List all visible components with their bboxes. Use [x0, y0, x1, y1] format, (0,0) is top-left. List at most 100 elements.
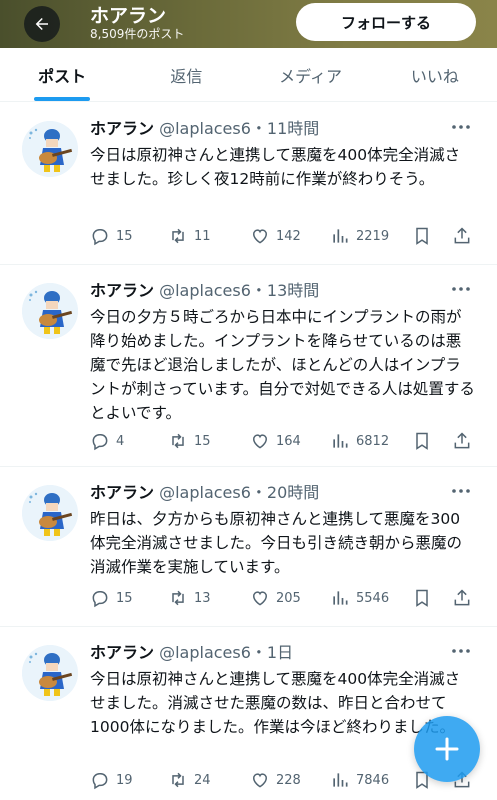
- like-icon: [252, 434, 268, 449]
- post-actions: 15 11 142 2219: [90, 225, 480, 247]
- reply-count: 15: [116, 228, 133, 244]
- like-count: 205: [276, 590, 301, 606]
- avatar-image-icon: [22, 121, 78, 177]
- post-handle-time[interactable]: @laplaces6・11時間: [154, 119, 319, 138]
- repost-button[interactable]: 15: [168, 430, 211, 452]
- share-button[interactable]: [452, 430, 478, 452]
- share-button[interactable]: [452, 225, 478, 247]
- reply-icon: [92, 773, 108, 790]
- more-icon[interactable]: [451, 647, 471, 655]
- tab-label: ポスト: [38, 66, 87, 86]
- post-handle-time[interactable]: @laplaces6・13時間: [154, 281, 319, 300]
- like-button[interactable]: 205: [250, 587, 301, 609]
- post-author-name[interactable]: ホアラン: [90, 643, 154, 662]
- post[interactable]: ホアラン @laplaces6・11時間 今日は原初神さんと連携して悪魔を400…: [0, 103, 497, 265]
- avatar-image-icon: [22, 485, 78, 541]
- tab-replies[interactable]: 返信: [124, 48, 248, 101]
- like-count: 164: [276, 433, 301, 449]
- profile-header: ホアラン 8,509件のポスト フォローする: [0, 0, 497, 48]
- views-button[interactable]: 2219: [330, 225, 389, 247]
- like-icon: [252, 773, 268, 788]
- tab-media[interactable]: メディア: [249, 48, 373, 101]
- post-author-name[interactable]: ホアラン: [90, 281, 154, 300]
- reply-button[interactable]: 19: [90, 769, 133, 791]
- post-header: ホアラン @laplaces6・1日: [90, 643, 293, 663]
- post-text: 今日は原初神さんと連携して悪魔を400体完全消滅させました。消滅させた悪魔の数は…: [90, 670, 461, 736]
- like-count: 228: [276, 772, 301, 788]
- active-tab-indicator: [34, 97, 91, 101]
- avatar[interactable]: [22, 121, 78, 177]
- post-text: 今日は原初神さんと連携して悪魔を400体完全消滅させました。珍しく夜12時前に作…: [90, 146, 461, 188]
- like-count: 142: [276, 228, 301, 244]
- back-button[interactable]: [24, 6, 60, 42]
- reply-button[interactable]: 15: [90, 587, 133, 609]
- compose-button[interactable]: [414, 716, 480, 782]
- views-count: 6812: [356, 433, 390, 449]
- post-actions: 19 24 228 7846: [90, 769, 480, 791]
- views-icon: [333, 591, 348, 605]
- bookmark-button[interactable]: [412, 225, 438, 247]
- bookmark-button[interactable]: [412, 430, 438, 452]
- avatar[interactable]: [22, 645, 78, 701]
- views-icon: [333, 434, 348, 448]
- like-button[interactable]: 142: [250, 225, 301, 247]
- reply-button[interactable]: 15: [90, 225, 133, 247]
- tab-posts[interactable]: ポスト: [0, 48, 124, 101]
- post-header: ホアラン @laplaces6・20時間: [90, 483, 319, 503]
- repost-icon: [172, 228, 184, 244]
- views-count: 7846: [356, 772, 390, 788]
- repost-icon: [172, 433, 184, 449]
- profile-tabs: ポスト 返信 メディア いいね: [0, 48, 497, 102]
- tab-label: 返信: [170, 66, 203, 86]
- post-author-name[interactable]: ホアラン: [90, 119, 154, 138]
- reply-icon: [92, 229, 108, 246]
- views-button[interactable]: 5546: [330, 587, 389, 609]
- views-button[interactable]: 7846: [330, 769, 389, 791]
- repost-button[interactable]: 24: [168, 769, 211, 791]
- share-icon: [454, 227, 470, 244]
- post-header: ホアラン @laplaces6・13時間: [90, 281, 319, 301]
- views-count: 2219: [356, 228, 390, 244]
- post-text: 今日の夕方５時ごろから日本中にインプラントの雨が降り始めました。インプラントを降…: [90, 308, 475, 422]
- reply-icon: [92, 434, 108, 451]
- post[interactable]: ホアラン @laplaces6・13時間 今日の夕方５時ごろから日本中にインプラ…: [0, 265, 497, 467]
- views-count: 5546: [356, 590, 390, 606]
- tab-label: メディア: [279, 66, 343, 86]
- repost-count: 13: [194, 590, 211, 606]
- repost-button[interactable]: 13: [168, 587, 211, 609]
- views-icon: [333, 773, 348, 787]
- bookmark-button[interactable]: [412, 587, 438, 609]
- tab-likes[interactable]: いいね: [373, 48, 497, 101]
- share-button[interactable]: [452, 587, 478, 609]
- more-icon[interactable]: [451, 285, 471, 293]
- more-icon[interactable]: [451, 487, 471, 495]
- post[interactable]: ホアラン @laplaces6・1日 今日は原初神さんと連携して悪魔を400体完…: [0, 627, 497, 800]
- back-arrow-icon: [35, 18, 48, 30]
- reply-count: 15: [116, 590, 133, 606]
- avatar[interactable]: [22, 485, 78, 541]
- post-header: ホアラン @laplaces6・11時間: [90, 119, 319, 139]
- bookmark-icon: [416, 227, 428, 245]
- like-button[interactable]: 228: [250, 769, 301, 791]
- share-icon: [454, 589, 470, 606]
- post[interactable]: ホアラン @laplaces6・20時間 昨日は、夕方からも原初神さんと連携して…: [0, 467, 497, 627]
- repost-button[interactable]: 11: [168, 225, 211, 247]
- post-count: 8,509件のポスト: [90, 27, 185, 41]
- post-handle-time[interactable]: @laplaces6・1日: [154, 643, 293, 662]
- post-actions: 15 13 205 5546: [90, 587, 480, 609]
- post-author-name[interactable]: ホアラン: [90, 483, 154, 502]
- avatar[interactable]: [22, 283, 78, 339]
- follow-button[interactable]: フォローする: [296, 3, 476, 41]
- like-icon: [252, 591, 268, 606]
- bookmark-icon: [416, 589, 428, 607]
- post-actions: 4 15 164 6812: [90, 430, 480, 452]
- post-handle-time[interactable]: @laplaces6・20時間: [154, 483, 319, 502]
- views-icon: [333, 229, 348, 243]
- like-button[interactable]: 164: [250, 430, 301, 452]
- views-button[interactable]: 6812: [330, 430, 389, 452]
- reply-count: 19: [116, 772, 133, 788]
- post-text: 昨日は、夕方からも原初神さんと連携して悪魔を300体完全消滅させました。今日も引…: [90, 510, 463, 576]
- more-icon[interactable]: [451, 123, 471, 131]
- reply-button[interactable]: 4: [90, 430, 124, 452]
- repost-count: 15: [194, 433, 211, 449]
